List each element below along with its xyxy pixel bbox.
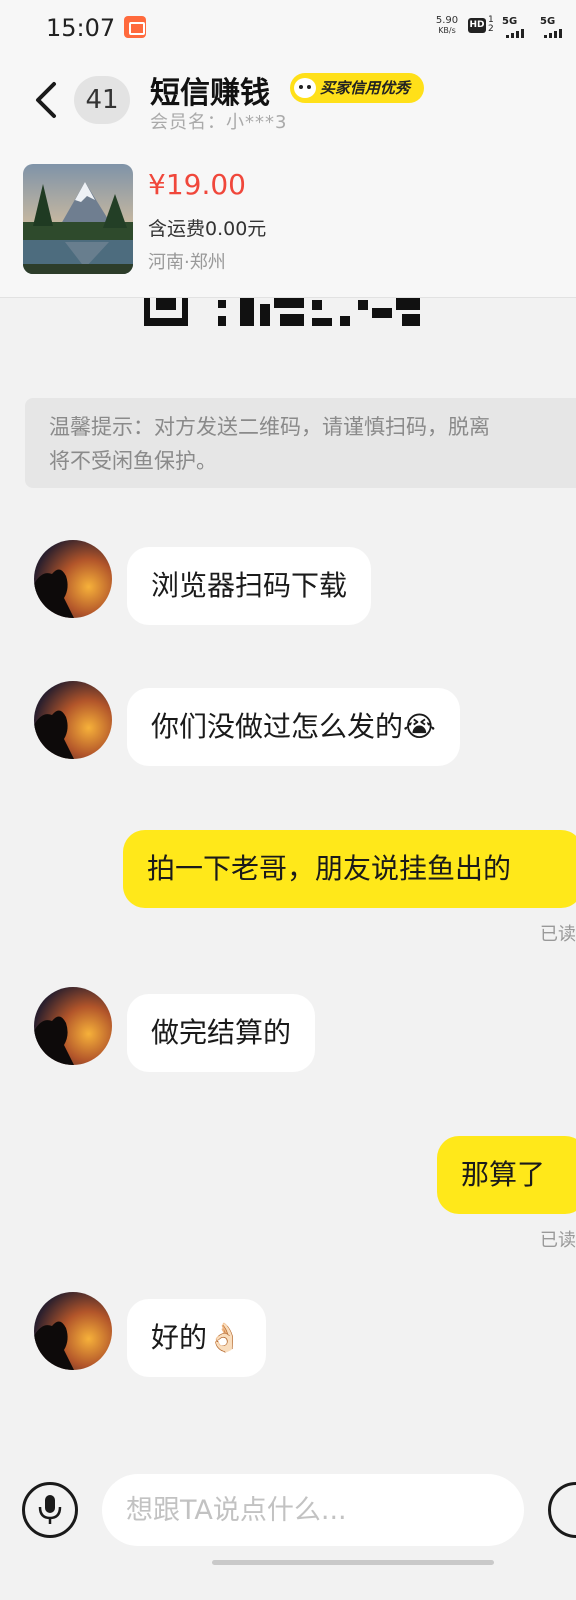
chat-title[interactable]: 短信赚钱 [150,68,270,112]
network-speed-unit: KB/s [438,26,456,35]
status-bar: 15:07 5.90 KB/s HD 1 2 5G 5G [0,0,576,56]
message-bubble-self[interactable]: 拍一下老哥，朋友说挂鱼出的 [123,830,576,908]
product-price: ¥19.00 [148,168,246,201]
network-speed: 5.90 KB/s [432,16,462,36]
safety-notice: 温馨提示：对方发送二维码，请谨慎扫码，脱离 将不受闲鱼保护。 [25,398,576,488]
back-button[interactable] [30,78,64,122]
status-time: 15:07 [46,14,116,42]
seller-avatar[interactable] [34,681,112,759]
plus-icon[interactable] [548,1482,576,1538]
message-bubble[interactable]: 浏览器扫码下载 [127,547,372,625]
message-bubble[interactable]: 好的👌🏻 [127,1299,266,1377]
sim-slot-indicator: 1 2 [488,15,494,34]
signal-strength-icon: 5G [502,16,532,38]
seller-avatar[interactable] [34,540,112,618]
message-input[interactable] [102,1474,524,1546]
chevron-left-icon [36,82,56,118]
fish-mascot-icon [294,78,316,98]
notice-line: 将不受闲鱼保护。 [49,449,217,473]
voice-input-button[interactable] [22,1482,78,1538]
mountain-lake-image [23,164,133,274]
message-bubble[interactable]: 你们没做过怎么发的😭 [127,688,460,766]
message-bubble[interactable]: 做完结算的 [127,994,316,1072]
read-status: 已读 [540,1230,576,1251]
credit-badge[interactable]: 买家信用优秀 [290,73,425,103]
signal-strength-icon: 5G [540,16,570,38]
read-status: 已读 [540,924,576,945]
hd-voice-icon: HD [468,18,486,33]
seller-avatar[interactable] [34,987,112,1065]
seller-avatar[interactable] [34,1292,112,1370]
taobao-app-icon [124,16,146,38]
member-name: 会员名：小***3 [150,112,288,133]
credit-badge-label: 买家信用优秀 [320,79,411,97]
network-type-label: 5G [540,16,556,27]
unread-count-badge[interactable]: 41 [74,76,130,124]
message-bubble-self[interactable]: 那算了 [437,1136,576,1214]
notice-line: 温馨提示：对方发送二维码，请谨慎扫码，脱离 [49,415,490,439]
network-speed-value: 5.90 [435,15,459,26]
chat-header: 41 短信赚钱 买家信用优秀 会员名：小***3 ¥19.00 含运费0.00元… [0,56,576,298]
network-type-label: 5G [502,16,518,27]
input-bar [0,1450,576,1600]
product-thumbnail[interactable] [23,164,133,274]
product-shipping: 含运费0.00元 [148,218,267,240]
home-indicator[interactable] [212,1560,494,1565]
product-location: 河南·郑州 [148,252,226,273]
qr-code-image[interactable] [144,296,424,328]
microphone-icon [38,1495,62,1524]
